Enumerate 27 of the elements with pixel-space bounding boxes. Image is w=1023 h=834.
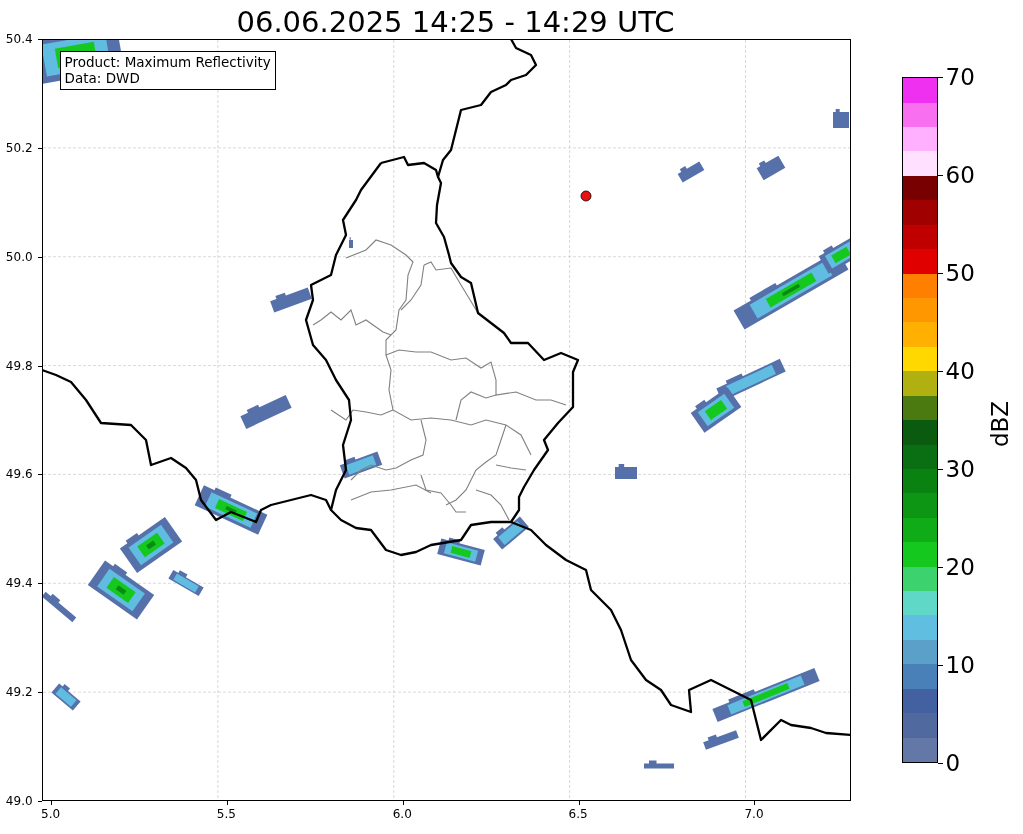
axis-tick-label: 6.5	[568, 807, 588, 821]
axis-tick-label: 49.8	[5, 358, 33, 373]
axis-tick-label: 49.4	[5, 576, 33, 591]
colorbar-tick-label: 40	[937, 358, 975, 384]
colorbar-label: dBZ	[986, 400, 1013, 448]
legend-text: Data: DWD	[64, 70, 141, 86]
colorbar-tick-label: 60	[937, 162, 975, 188]
location-marker	[580, 190, 591, 202]
axis-tick-label: 49.2	[5, 685, 33, 700]
axis-tick-label: 6.0	[392, 807, 412, 821]
axis-tick-label: 50.4	[5, 32, 33, 46]
colorbar-tick-label: 70	[937, 64, 975, 90]
colorbar-tick-label: 0	[937, 750, 975, 776]
axis-tick-label: 5.5	[216, 807, 236, 821]
tick-mark	[37, 801, 42, 802]
axis-tick-label: 50.0	[5, 249, 33, 264]
colorbar-tick-label: 50	[937, 260, 975, 286]
axis-tick-label: 49.0	[5, 794, 33, 808]
colorbar-tick-label: 20	[937, 554, 975, 580]
axis-tick-label: 7.0	[744, 807, 764, 821]
axis-tick-label: 49.6	[5, 467, 33, 482]
legend-text: Product: Maximum Reflectivity	[64, 54, 271, 70]
colorbar-tick-label: 30	[937, 456, 975, 482]
axis-tick-label: 5.0	[41, 807, 61, 821]
axis-tick-label: 50.2	[5, 140, 33, 155]
colorbar-tick-label: 10	[937, 652, 975, 678]
chart-title: 06.06.2025 14:25 - 14:29 UTC	[236, 8, 675, 37]
